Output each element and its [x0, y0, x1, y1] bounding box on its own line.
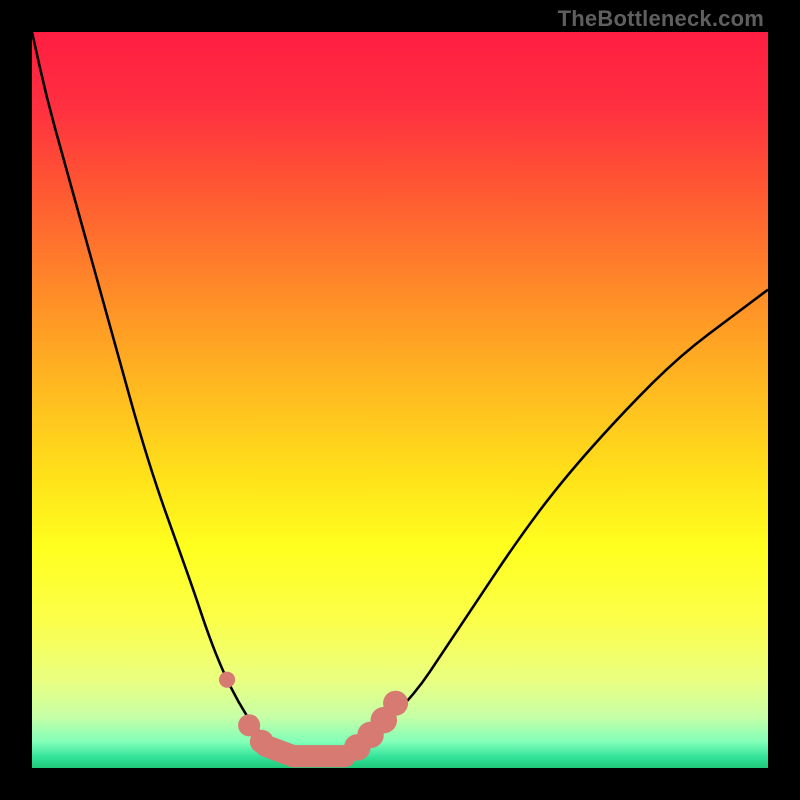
chart-frame: TheBottleneck.com: [0, 0, 800, 800]
marker-dot: [219, 672, 235, 688]
watermark-text: TheBottleneck.com: [558, 6, 764, 32]
curve-markers: [219, 672, 408, 761]
curve-path: [32, 32, 768, 755]
marker-dot: [383, 691, 408, 716]
bottleneck-curve: [32, 32, 768, 768]
plot-area: [32, 32, 768, 768]
